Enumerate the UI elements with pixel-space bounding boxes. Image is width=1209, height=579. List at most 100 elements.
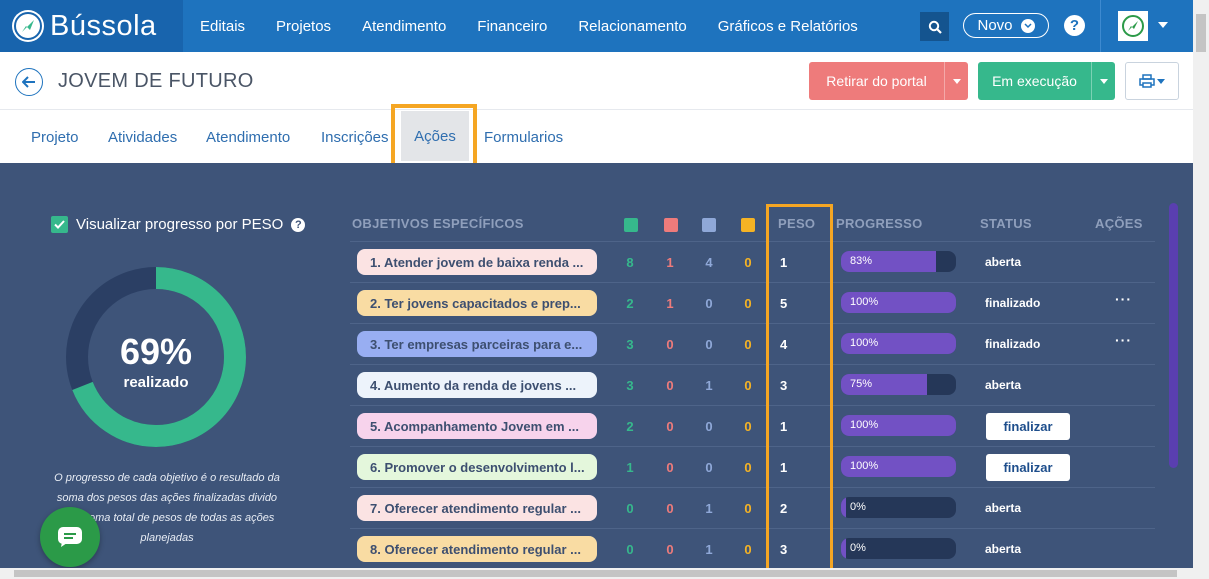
nav-item-graficos[interactable]: Gráficos e Relatórios: [718, 18, 858, 35]
dashboard-panel: Visualizar progresso por PESO ? 69% real…: [0, 163, 1193, 568]
top-navbar: Bússola Editais Projetos Atendimento Fin…: [0, 0, 1193, 52]
retirar-do-portal-button[interactable]: Retirar do portal: [809, 62, 968, 100]
caret-down-icon: [1157, 78, 1165, 84]
legend-blue-square: [702, 218, 716, 232]
finalizar-button[interactable]: finalizar: [986, 454, 1070, 481]
horizontal-scroll-thumb[interactable]: [14, 570, 1177, 577]
count-cell: 2: [626, 296, 634, 311]
tab-atividades[interactable]: Atividades: [108, 111, 177, 163]
question-icon[interactable]: ?: [291, 217, 306, 232]
peso-column-highlight: [766, 204, 833, 573]
vertical-scroll-thumb[interactable]: [1196, 14, 1206, 52]
count-cell: 0: [666, 419, 674, 434]
objective-pill[interactable]: 1. Atender jovem de baixa renda ...: [357, 249, 597, 275]
progress-text: 100%: [850, 419, 879, 431]
objective-pill[interactable]: 4. Aumento da renda de jovens ...: [357, 372, 597, 398]
count-cell: 0: [744, 419, 752, 434]
more-actions-icon[interactable]: ···: [1115, 332, 1132, 348]
legend-green-square: [624, 218, 638, 232]
vertical-scrollbar[interactable]: [1193, 0, 1209, 568]
search-button[interactable]: [920, 12, 949, 41]
execucao-label: Em execução: [992, 73, 1077, 89]
status-text: aberta: [985, 542, 1022, 556]
retirar-dropdown-toggle[interactable]: [944, 62, 968, 100]
tab-formularios[interactable]: Formularios: [484, 111, 563, 163]
brand[interactable]: Bússola: [0, 0, 183, 52]
progress-bar: 0%: [841, 538, 956, 559]
count-cell: 0: [666, 501, 674, 516]
user-menu-caret-icon[interactable]: [1158, 22, 1168, 28]
progress-bar: 0%: [841, 497, 956, 518]
objective-pill[interactable]: 8. Oferecer atendimento regular ...: [357, 536, 597, 562]
progress-bar: 75%: [841, 374, 956, 395]
progress-bar: 100%: [841, 292, 956, 313]
tab-inscricoes[interactable]: Inscrições: [321, 111, 389, 163]
progress-bar: 100%: [841, 333, 956, 354]
peso-toggle-label: Visualizar progresso por PESO: [76, 216, 284, 233]
chat-button[interactable]: [40, 507, 100, 567]
novo-button[interactable]: Novo: [963, 13, 1049, 38]
count-cell: 1: [666, 296, 674, 311]
progress-text: 0%: [850, 501, 866, 513]
legend-red-square: [664, 218, 678, 232]
count-cell: 0: [744, 501, 752, 516]
help-button[interactable]: ?: [1064, 15, 1085, 36]
tab-atendimento[interactable]: Atendimento: [206, 111, 290, 163]
progress-percent: 69%: [119, 331, 193, 372]
objective-pill[interactable]: 5. Acompanhamento Jovem em ...: [357, 413, 597, 439]
more-actions-icon[interactable]: ···: [1115, 291, 1132, 307]
progress-text: 75%: [850, 378, 873, 390]
nav-item-editais[interactable]: Editais: [200, 18, 245, 35]
objective-pill[interactable]: 6. Promover o desenvolvimento l...: [357, 454, 597, 480]
print-button[interactable]: [1125, 62, 1179, 100]
progress-text: 100%: [850, 337, 879, 349]
nav-item-relacionamento[interactable]: Relacionamento: [578, 18, 686, 35]
table-row: 8. Oferecer atendimento regular ... 0 0 1 0 3…: [350, 528, 1155, 568]
tab-projeto[interactable]: Projeto: [31, 111, 79, 163]
count-cell: 0: [744, 378, 752, 393]
status-text: aberta: [985, 501, 1022, 515]
em-execucao-button[interactable]: Em execução: [978, 62, 1115, 100]
main-nav: Editais Projetos Atendimento Financeiro …: [200, 0, 889, 52]
chat-icon: [58, 527, 82, 547]
nav-item-financeiro[interactable]: Financeiro: [477, 18, 547, 35]
back-button[interactable]: [15, 68, 43, 96]
count-cell: 1: [705, 542, 713, 557]
checkbox-checked-icon[interactable]: [51, 216, 68, 233]
panel-scrollbar[interactable]: [1169, 203, 1178, 468]
progress-bar: 83%: [841, 251, 956, 272]
page-title: JOVEM DE FUTURO: [58, 70, 254, 92]
objective-pill[interactable]: 7. Oferecer atendimento regular ...: [357, 495, 597, 521]
nav-item-atendimento[interactable]: Atendimento: [362, 18, 446, 35]
user-avatar[interactable]: [1118, 11, 1148, 41]
legend-orange-square: [741, 218, 755, 232]
peso-toggle[interactable]: Visualizar progresso por PESO ?: [51, 216, 306, 233]
retirar-label: Retirar do portal: [826, 73, 927, 89]
page-header: JOVEM DE FUTURO Retirar do portal Em exe…: [0, 52, 1193, 110]
horizontal-scrollbar[interactable]: [0, 568, 1209, 579]
progress-bar: 100%: [841, 456, 956, 477]
arrow-left-icon: [22, 76, 35, 88]
compass-logo-icon: [12, 10, 44, 42]
count-cell: 1: [626, 460, 634, 475]
finalizar-button[interactable]: finalizar: [986, 413, 1070, 440]
table-row: 6. Promover o desenvolvimento l... 1 0 0 0 1 1…: [350, 446, 1155, 487]
header-status: STATUS: [980, 216, 1032, 231]
count-cell: 0: [705, 460, 713, 475]
search-icon: [928, 20, 942, 34]
count-cell: 8: [626, 255, 634, 270]
count-cell: 0: [705, 296, 713, 311]
count-cell: 0: [744, 296, 752, 311]
objective-pill[interactable]: 2. Ter jovens capacitados e prep...: [357, 290, 597, 316]
progress-caption: realizado: [123, 374, 189, 391]
nav-item-projetos[interactable]: Projetos: [276, 18, 331, 35]
progress-fill: [841, 538, 846, 559]
count-cell: 0: [705, 337, 713, 352]
execucao-dropdown-toggle[interactable]: [1091, 62, 1115, 100]
objective-pill[interactable]: 3. Ter empresas parceiras para e...: [357, 331, 597, 357]
count-cell: 0: [744, 460, 752, 475]
count-cell: 4: [705, 255, 713, 270]
table-row: 4. Aumento da renda de jovens ... 3 0 1 0 3 75…: [350, 364, 1155, 405]
table-row: 5. Acompanhamento Jovem em ... 2 0 0 0 1 100% f…: [350, 405, 1155, 446]
count-cell: 3: [626, 378, 634, 393]
